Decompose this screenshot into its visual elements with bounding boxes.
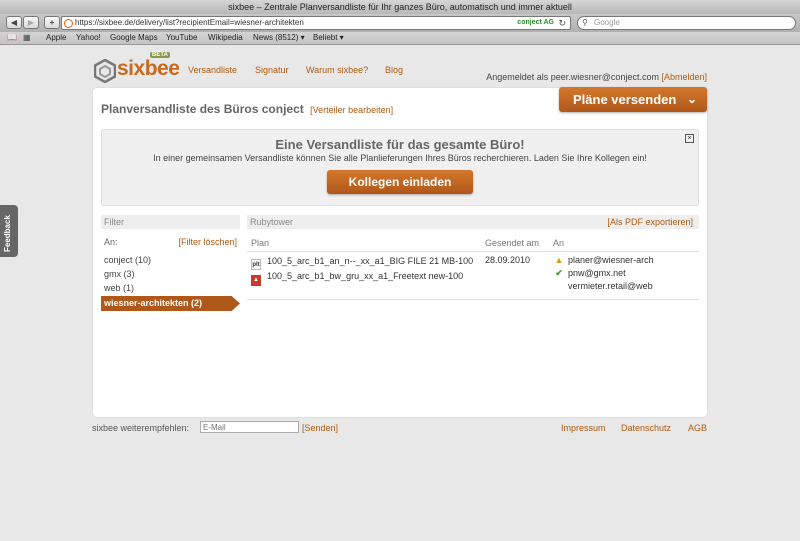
- plan-item[interactable]: plt 100_5_arc_b1_an_n--_xx_a1_BIG FILE 21…: [251, 256, 476, 270]
- bookmark-item[interactable]: News (8512) ▾: [253, 32, 305, 44]
- recipient-item: ▲ planer@wiesner-arch: [553, 255, 699, 265]
- clear-filter-link[interactable]: [Filter löschen]: [178, 237, 237, 247]
- address-bar[interactable]: https://sixbee.de/delivery/list?recipien…: [61, 16, 571, 30]
- nav-blog[interactable]: Blog: [385, 65, 403, 75]
- bookmark-item[interactable]: Beliebt ▾: [313, 32, 344, 44]
- send-plans-label: Pläne versenden: [573, 92, 677, 107]
- login-status: Angemeldet als peer.wiesner@conject.com …: [486, 72, 707, 82]
- nav-signatur[interactable]: Signatur: [255, 65, 289, 75]
- recommend-label: sixbee weiterempfehlen:: [92, 423, 190, 433]
- window-title: sixbee – Zentrale Planversandliste für I…: [0, 0, 800, 14]
- send-plans-button[interactable]: Pläne versenden ⌄: [559, 87, 707, 112]
- filter-item-wiesner-architekten[interactable]: wiesner-architekten (2): [101, 296, 240, 311]
- bookmark-item[interactable]: Apple: [46, 32, 66, 44]
- main-card: Planversandliste des Büros conject [Vert…: [93, 87, 707, 417]
- sent-date: 28.09.2010: [485, 255, 531, 265]
- agb-link[interactable]: AGB: [688, 423, 707, 433]
- plan-name: 100_5_arc_b1_bw_gru_xx_a1_Freetext new-1…: [267, 271, 464, 281]
- recipient-email: pnw@gmx.net: [568, 268, 626, 278]
- recipient-email: planer@wiesner-arch: [568, 255, 654, 265]
- project-header: Rubytower [Als PDF exportieren]: [247, 215, 699, 229]
- search-input[interactable]: ⚲ Google: [577, 16, 796, 30]
- column-header-to[interactable]: An: [553, 238, 564, 248]
- search-icon: ⚲: [582, 18, 588, 27]
- export-pdf-link[interactable]: [Als PDF exportieren]: [607, 215, 693, 229]
- beta-badge: BETA: [150, 52, 170, 58]
- filter-an-label: An:: [104, 237, 118, 247]
- page-title-text: Planversandliste des Büros conject: [101, 102, 304, 116]
- recipient-item: vermieter.retail@web: [553, 281, 699, 291]
- warning-icon: ▲: [554, 255, 564, 265]
- promo-box: × Eine Versandliste für das gesamte Büro…: [101, 129, 699, 206]
- feedback-label: Feedback: [3, 215, 12, 252]
- back-arrow-icon[interactable]: ◀: [6, 16, 22, 29]
- filter-header: Filter: [101, 215, 240, 229]
- brand-name: sixbee: [117, 57, 180, 80]
- site-favicon-icon: [64, 19, 73, 28]
- invite-colleagues-button[interactable]: Kollegen einladen: [327, 170, 473, 194]
- close-icon[interactable]: ×: [685, 134, 694, 143]
- chevron-down-icon: ⌄: [686, 92, 697, 106]
- forward-arrow-icon[interactable]: ▶: [23, 16, 39, 29]
- pdf-file-icon: ▲: [251, 275, 261, 286]
- datenschutz-link[interactable]: Datenschutz: [621, 423, 671, 433]
- promo-text: In einer gemeinsamen Versandliste können…: [153, 153, 647, 163]
- plan-item[interactable]: ▲ 100_5_arc_b1_bw_gru_xx_a1_Freetext new-…: [251, 271, 476, 286]
- edit-distribution-link[interactable]: [Verteiler bearbeiten]: [310, 105, 393, 115]
- bookmark-item[interactable]: Yahoo!: [76, 32, 101, 44]
- nav-warum-sixbee[interactable]: Warum sixbee?: [306, 65, 368, 75]
- recommend-send-link[interactable]: [Senden]: [302, 423, 338, 433]
- reload-icon[interactable]: ↻: [558, 17, 566, 29]
- hexagon-logo-icon: [94, 59, 116, 83]
- bookmarks-icon[interactable]: 📖▦: [7, 32, 37, 44]
- url-text: https://sixbee.de/delivery/list?recipien…: [75, 18, 304, 27]
- checkmark-icon: ✔: [555, 268, 563, 278]
- filter-item-gmx[interactable]: gmx (3): [104, 269, 135, 279]
- page-title: Planversandliste des Büros conject [Vert…: [101, 102, 393, 116]
- bookmark-item[interactable]: Google Maps: [110, 32, 158, 44]
- project-name: Rubytower: [250, 217, 294, 227]
- add-bookmark-icon[interactable]: +: [44, 16, 60, 29]
- bookmark-item[interactable]: YouTube: [166, 32, 197, 44]
- filter-item-web[interactable]: web (1): [104, 283, 134, 293]
- login-text: Angemeldet als peer.wiesner@conject.com: [486, 72, 659, 82]
- promo-heading: Eine Versandliste für das gesamte Büro!: [275, 137, 525, 152]
- browser-toolbar: ◀ ▶ + https://sixbee.de/delivery/list?re…: [0, 14, 800, 32]
- bookmark-item[interactable]: Wikipedia: [208, 32, 243, 44]
- plan-name: 100_5_arc_b1_an_n--_xx_a1_BIG FILE 21 MB…: [267, 256, 474, 266]
- filter-item-conject[interactable]: conject (10): [104, 255, 151, 265]
- bookmarks-bar: 📖▦ Apple Yahoo! Google Maps YouTube Wiki…: [0, 32, 800, 45]
- feedback-tab[interactable]: Feedback: [0, 205, 18, 257]
- divider: [247, 251, 699, 252]
- recipient-email: vermieter.retail@web: [568, 281, 653, 291]
- impressum-link[interactable]: Impressum: [561, 423, 606, 433]
- nav-versandliste[interactable]: Versandliste: [188, 65, 237, 75]
- recommend-email-input[interactable]: [200, 421, 299, 433]
- sixbee-logo[interactable]: sixbee BETA: [94, 52, 180, 85]
- logout-link[interactable]: [Abmelden]: [661, 72, 707, 82]
- recipient-item: ✔ pnw@gmx.net: [553, 268, 699, 279]
- column-header-plan[interactable]: Plan: [251, 238, 269, 248]
- search-placeholder: Google: [594, 18, 620, 27]
- column-header-sent[interactable]: Gesendet am: [485, 238, 539, 248]
- site-identity-label: conject AG: [517, 19, 554, 26]
- divider: [247, 299, 699, 300]
- plt-file-icon: plt: [251, 259, 261, 270]
